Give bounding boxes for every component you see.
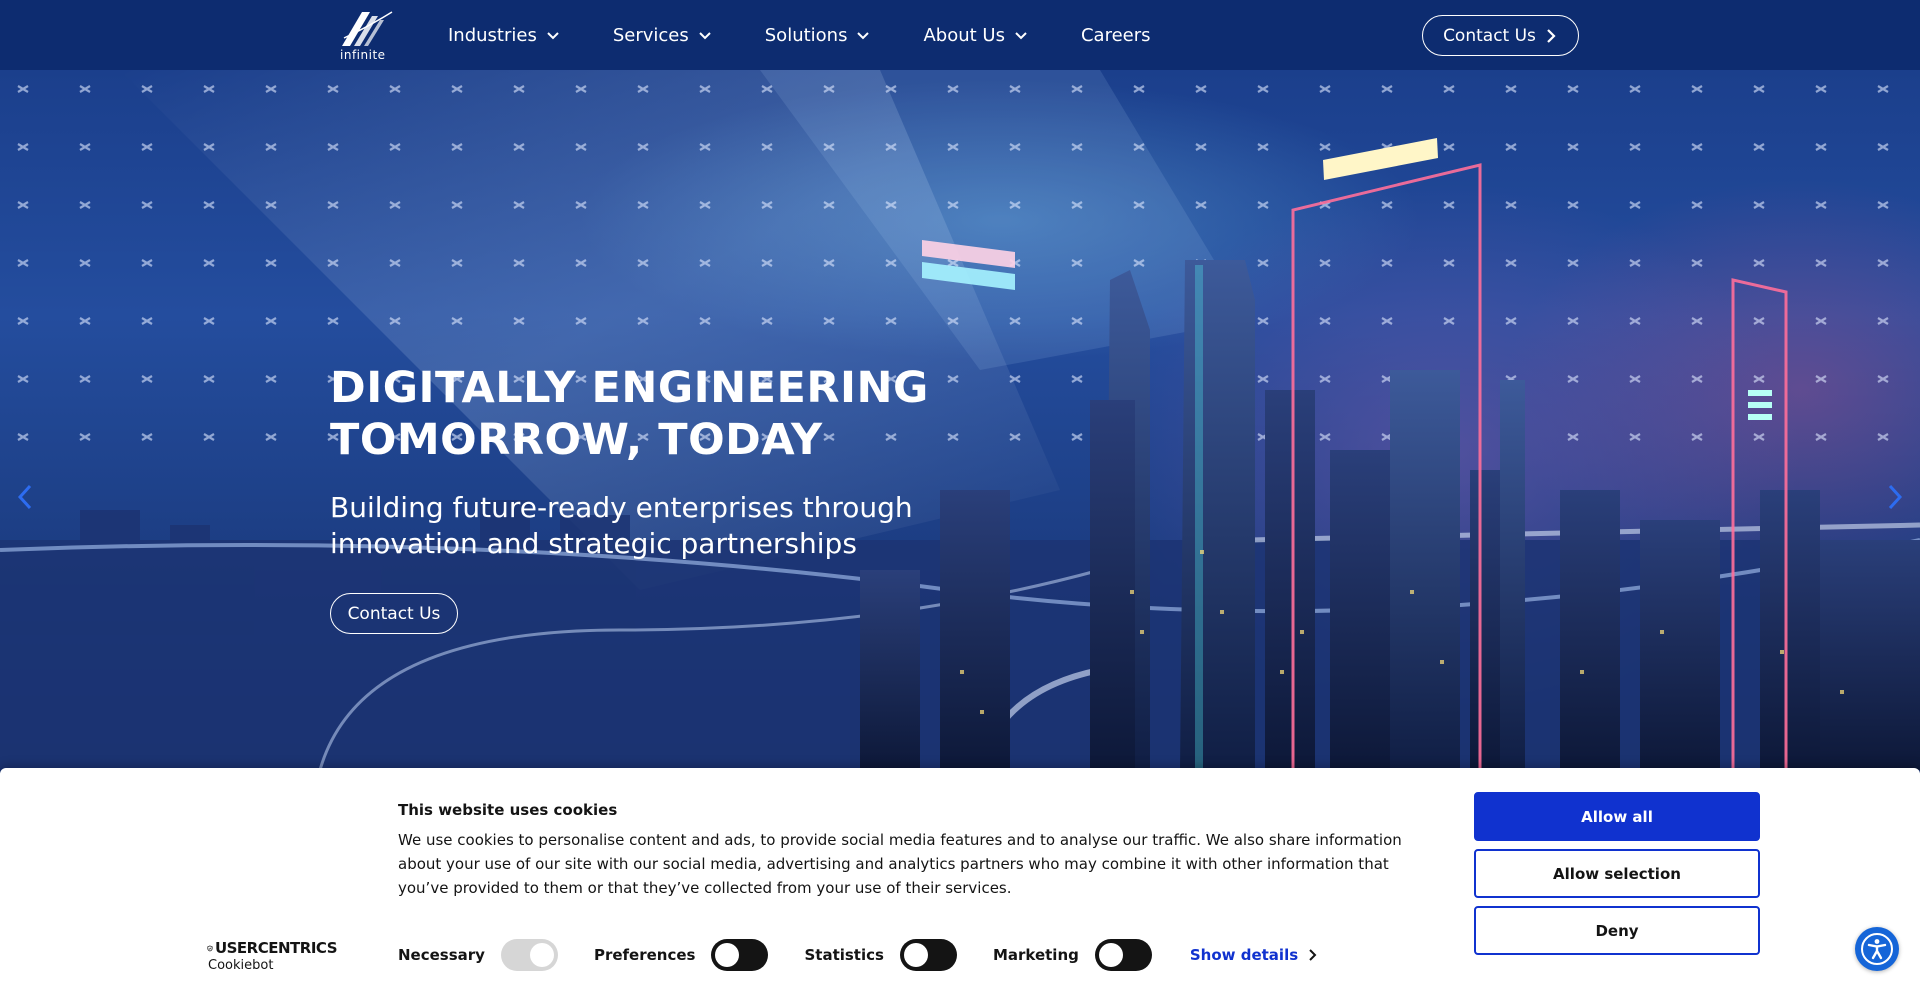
deny-button[interactable]: Deny <box>1474 906 1760 955</box>
hero-subtitle-line1: Building future-ready enterprises throug… <box>330 491 913 524</box>
cookie-consent-banner: USERCENTRICS Cookiebot This website uses… <box>0 768 1920 993</box>
consent-label-preferences: Preferences <box>593 946 696 964</box>
chevron-right-icon <box>1309 949 1317 961</box>
hero-contact-label: Contact Us <box>347 603 441 624</box>
marketing-toggle[interactable] <box>1094 939 1152 971</box>
show-details-label: Show details <box>1189 946 1299 964</box>
nav-item-services[interactable]: Services <box>613 25 713 46</box>
cookie-title: This website uses cookies <box>398 801 618 819</box>
chevron-down-icon <box>699 32 711 40</box>
toggle-knob <box>903 943 928 967</box>
necessary-toggle <box>500 939 558 971</box>
header-contact-label: Contact Us <box>1443 25 1536 46</box>
toggle-knob <box>1098 943 1123 967</box>
header-contact-button[interactable]: Contact Us <box>1422 15 1579 56</box>
accessibility-icon <box>1861 933 1893 965</box>
chevron-down-icon <box>857 32 870 40</box>
accessibility-button[interactable] <box>1855 927 1899 971</box>
carousel-next-button[interactable] <box>1884 482 1906 512</box>
nav-item-label: Careers <box>1080 24 1151 46</box>
hero-banner: DIGITALLY ENGINEERING TOMORROW, TODAY Bu… <box>0 70 1920 770</box>
toggle-knob <box>715 943 740 967</box>
nav-item-careers[interactable]: Careers <box>1081 25 1151 46</box>
chevron-down-icon <box>1015 32 1027 40</box>
chevron-right-icon <box>1547 28 1556 43</box>
nav-item-label: Solutions <box>764 24 848 46</box>
nav-item-label: Industries <box>448 24 537 46</box>
carousel-prev-button[interactable] <box>14 482 36 512</box>
show-details-link[interactable]: Show details <box>1190 946 1318 964</box>
hero-subtitle: Building future-ready enterprises throug… <box>330 490 950 562</box>
hero-subtitle-line2: innovation and strategic partnerships <box>330 527 857 560</box>
nav-item-solutions[interactable]: Solutions <box>765 25 872 46</box>
consent-label-marketing: Marketing <box>992 946 1079 964</box>
toggle-knob <box>529 943 554 967</box>
brand-name: USERCENTRICS <box>214 939 338 957</box>
nav-item-label: Services <box>612 24 689 46</box>
shield-icon <box>207 945 213 951</box>
allow-selection-button[interactable]: Allow selection <box>1474 849 1760 898</box>
site-header: infinite Industries Services Solutions A… <box>0 0 1920 70</box>
consent-label-statistics: Statistics <box>804 946 884 964</box>
consent-label-necessary: Necessary <box>398 946 485 964</box>
consent-toggles: Necessary Preferences Statistics Marketi… <box>398 938 1318 972</box>
statistics-toggle[interactable] <box>899 939 957 971</box>
nav-item-label: About Us <box>923 24 1005 46</box>
chevron-down-icon <box>547 32 559 40</box>
allow-all-button[interactable]: Allow all <box>1474 792 1760 841</box>
brand-product: Cookiebot <box>208 958 274 973</box>
cookie-description: We use cookies to personalise content an… <box>398 831 1402 897</box>
logo-text: infinite <box>340 48 386 62</box>
hero-title: DIGITALLY ENGINEERING TOMORROW, TODAY <box>330 362 970 466</box>
hero-contact-button[interactable]: Contact Us <box>330 593 458 634</box>
nav-item-industries[interactable]: Industries <box>448 25 561 46</box>
site-logo[interactable]: infinite <box>336 8 396 64</box>
main-nav: Industries Services Solutions About Us C… <box>448 0 1203 70</box>
preferences-toggle[interactable] <box>711 939 769 971</box>
hero-title-line1: DIGITALLY ENGINEERING <box>330 363 929 413</box>
cookiebot-brand: USERCENTRICS Cookiebot <box>207 939 338 973</box>
hero-title-line2: TOMORROW, TODAY <box>330 415 823 465</box>
nav-item-about-us[interactable]: About Us <box>923 25 1029 46</box>
